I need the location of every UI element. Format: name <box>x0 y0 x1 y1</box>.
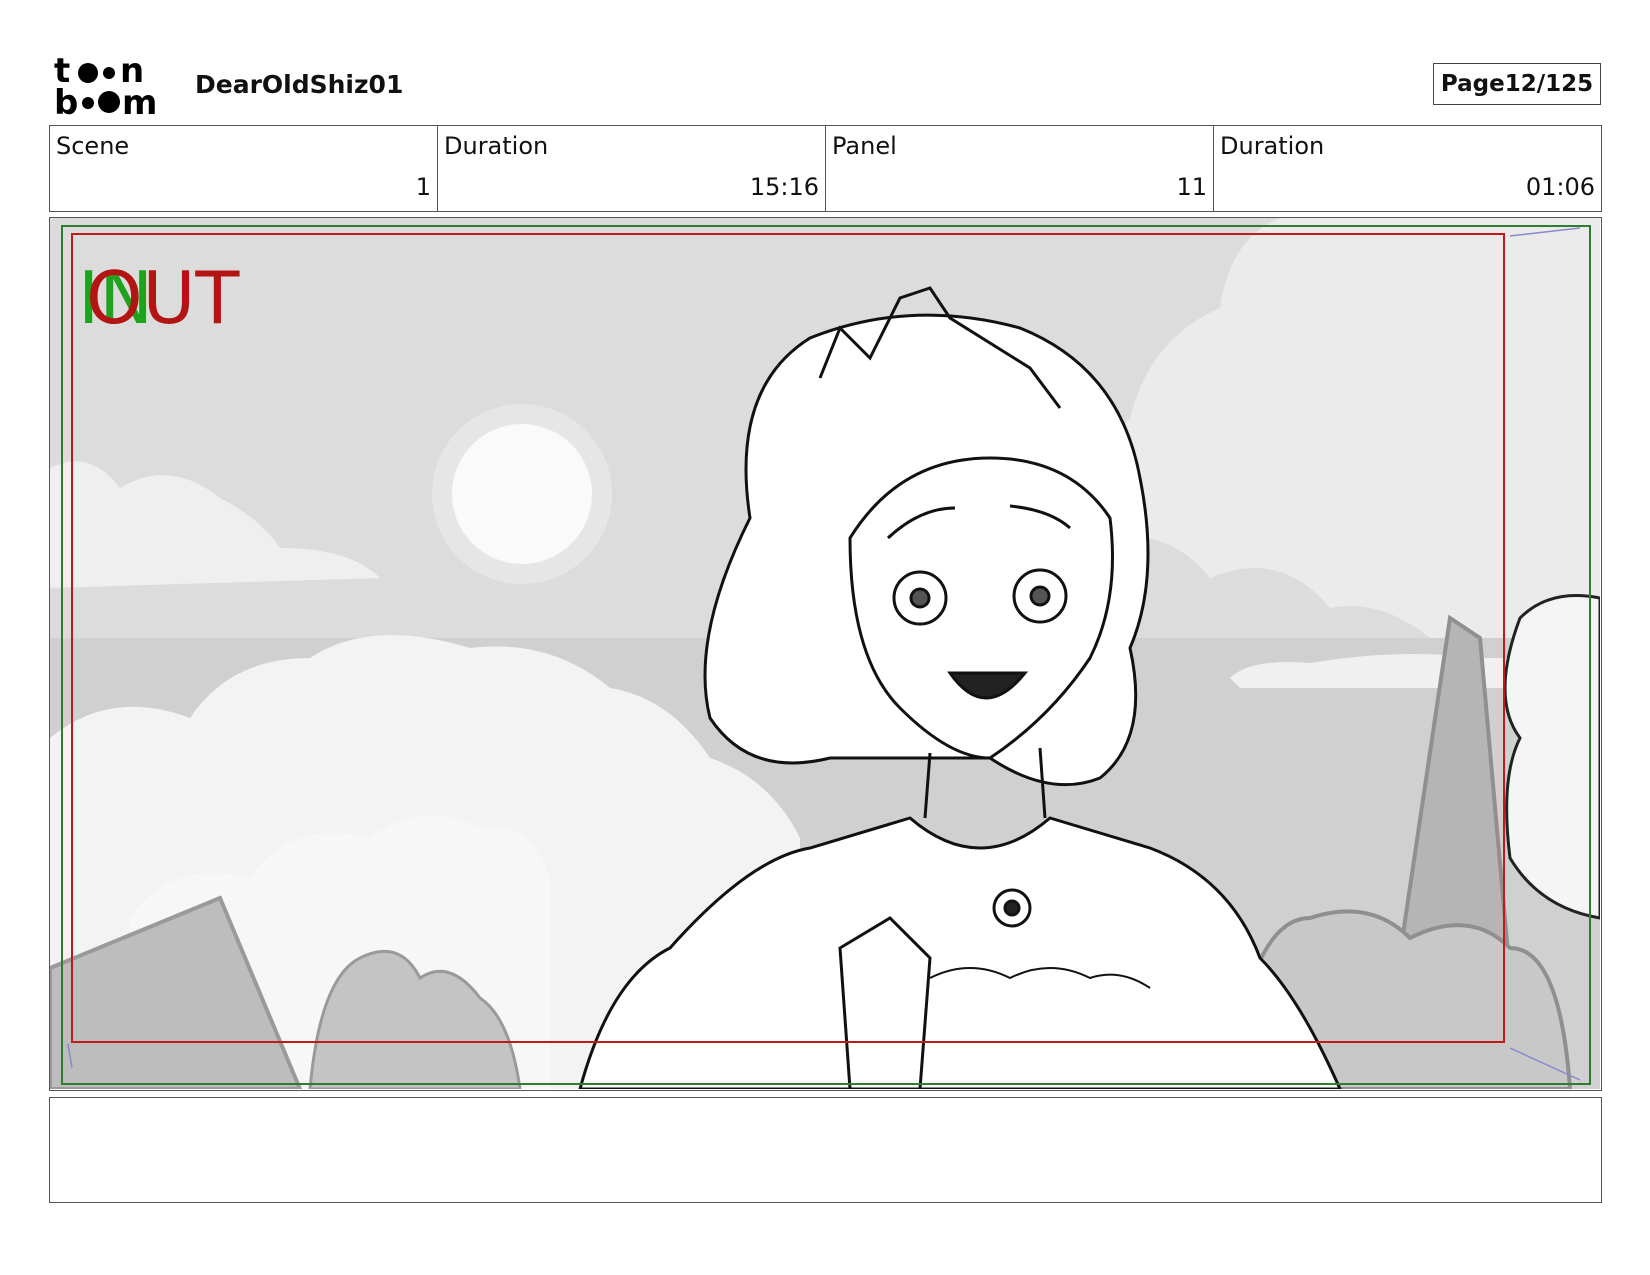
svg-text:m: m <box>122 83 157 116</box>
scene-duration-value: 15:16 <box>749 173 819 201</box>
scene-cell: Scene 1 <box>50 126 438 211</box>
project-title: DearOldShiz01 <box>195 70 404 99</box>
page-number: 12/125 <box>1504 71 1594 97</box>
panel-cell: Panel 11 <box>826 126 1214 211</box>
right-edge-sketch <box>1503 594 1600 920</box>
panel-notes[interactable] <box>49 1097 1602 1203</box>
panel-info-row: Scene 1 Duration 15:16 Panel 11 Duration… <box>49 125 1602 212</box>
panel-label: Panel <box>832 132 897 160</box>
sun <box>452 424 592 564</box>
page-label: Page <box>1440 71 1505 97</box>
scene-label: Scene <box>56 132 130 160</box>
panel-duration-label: Duration <box>1220 132 1325 160</box>
storyboard-panel: IN OUT <box>49 217 1602 1091</box>
toonboom-logo: t n b m <box>54 54 157 116</box>
panel-duration-value: 01:06 <box>1525 173 1595 201</box>
scene-value: 1 <box>415 173 431 201</box>
page-indicator: Page 12/125 <box>1433 63 1601 105</box>
svg-text:b: b <box>54 83 78 116</box>
scene-duration-label: Duration <box>444 132 549 160</box>
panel-drawing: IN OUT <box>50 218 1600 1089</box>
scene-duration-cell: Duration 15:16 <box>438 126 826 211</box>
out-marker: OUT <box>86 256 240 340</box>
panel-value: 11 <box>1176 173 1207 201</box>
panel-duration-cell: Duration 01:06 <box>1214 126 1601 211</box>
